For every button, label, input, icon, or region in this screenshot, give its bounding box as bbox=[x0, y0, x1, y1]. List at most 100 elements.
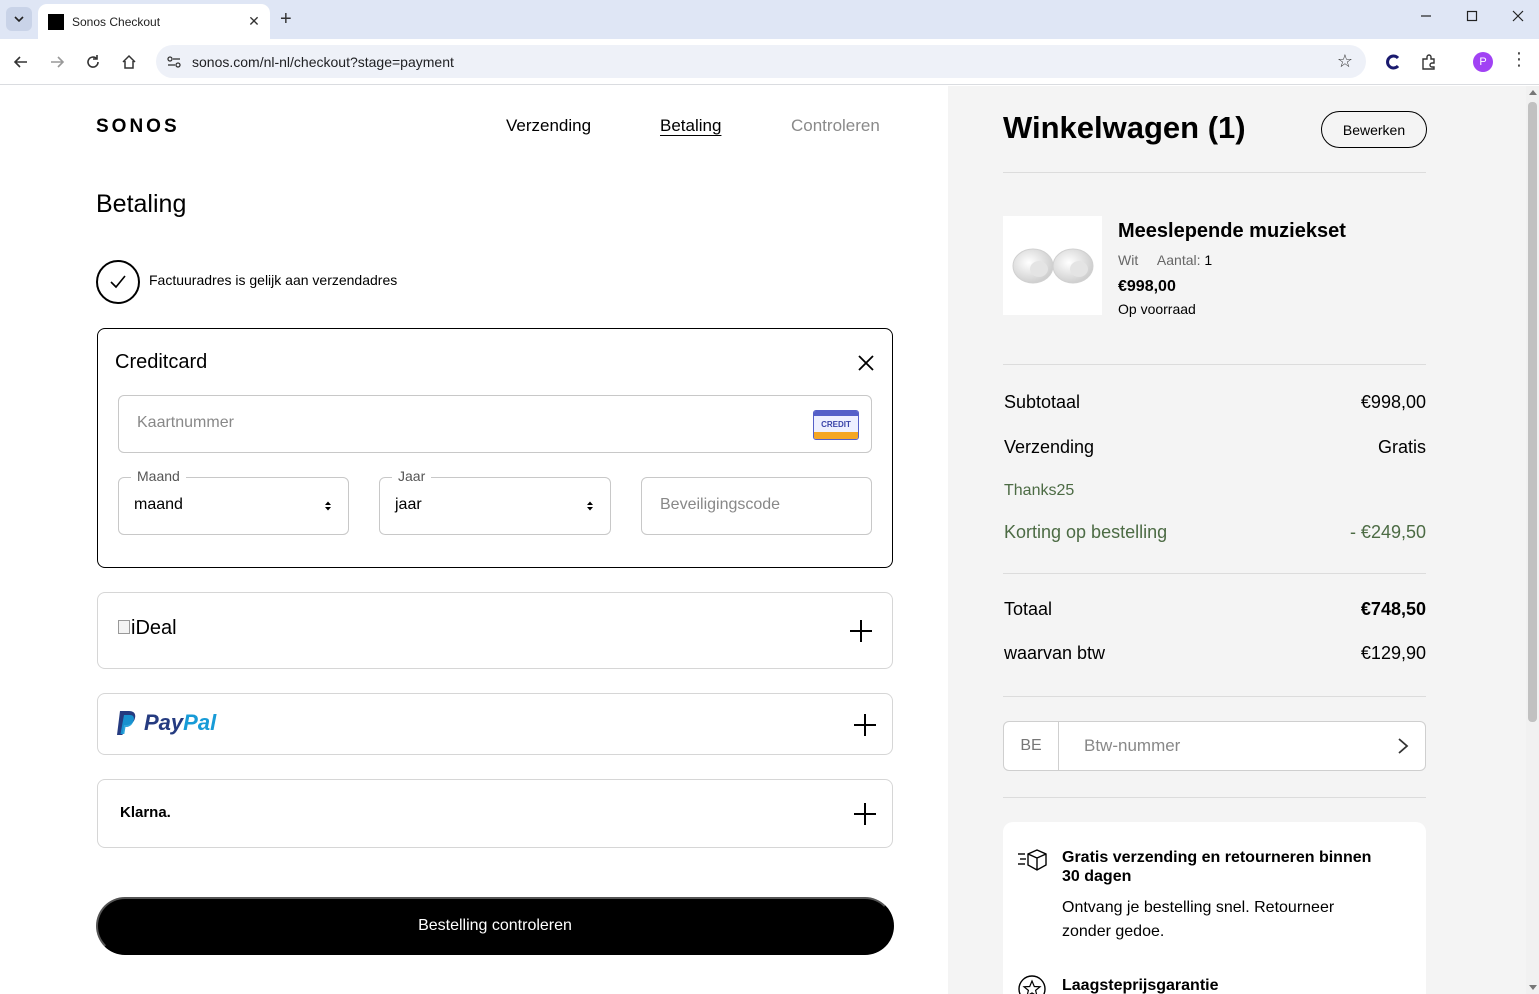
expand-plus-icon[interactable] bbox=[854, 803, 876, 825]
product-name: Meeslepende muziekset bbox=[1118, 220, 1346, 242]
cart-column: Winkelwagen (1) Bewerken Meeslepende muz… bbox=[948, 86, 1526, 994]
vat-country-select[interactable]: BE bbox=[1004, 722, 1059, 770]
payment-column: SONOS Verzending Betaling Controleren Be… bbox=[0, 86, 948, 994]
paypal-pal-text: Pal bbox=[183, 710, 217, 735]
paypal-p-icon bbox=[117, 711, 136, 735]
year-label: Jaar bbox=[392, 468, 432, 484]
tab-close-icon[interactable]: ✕ bbox=[244, 13, 264, 30]
home-icon[interactable] bbox=[118, 51, 140, 73]
billing-same-checkbox[interactable] bbox=[96, 260, 140, 304]
paypal-pay-text: Pay bbox=[144, 710, 184, 735]
scroll-down-arrow-icon[interactable] bbox=[1529, 985, 1537, 990]
free-shipping-title: Gratis verzending en retourneren binnen … bbox=[1062, 849, 1372, 885]
checkmark-icon bbox=[110, 275, 126, 289]
divider bbox=[1003, 364, 1426, 365]
scroll-up-arrow-icon[interactable] bbox=[1529, 90, 1537, 95]
maximize-icon[interactable] bbox=[1466, 9, 1478, 26]
creditcard-title: Creditcard bbox=[115, 351, 208, 373]
edit-cart-button[interactable]: Bewerken bbox=[1321, 111, 1427, 148]
paypal-logo: PayPal bbox=[116, 710, 216, 736]
vat-value: €129,90 bbox=[1360, 643, 1426, 663]
ideal-option[interactable]: iDeal bbox=[97, 592, 893, 669]
divider bbox=[1003, 696, 1426, 697]
cart-title: Winkelwagen (1) bbox=[1003, 110, 1246, 145]
tab-search-chevron-icon[interactable] bbox=[6, 7, 32, 31]
card-number-placeholder: Kaartnummer bbox=[137, 414, 234, 431]
vat-label: waarvan btw bbox=[1004, 643, 1106, 663]
chevron-right-icon[interactable] bbox=[1397, 737, 1409, 755]
new-tab-plus-icon[interactable]: + bbox=[280, 8, 292, 30]
bookmark-star-icon[interactable]: ☆ bbox=[1330, 51, 1360, 72]
browser-menu-icon[interactable]: ⋮ bbox=[1510, 49, 1528, 70]
browser-tab[interactable]: Sonos Checkout ✕ bbox=[38, 4, 270, 39]
select-arrows-icon bbox=[587, 501, 593, 511]
delivery-box-icon bbox=[1017, 848, 1047, 876]
site-settings-icon[interactable] bbox=[166, 54, 182, 70]
product-qty: 1 bbox=[1204, 252, 1213, 268]
discount-row: Korting op bestelling - €249,50 bbox=[1004, 522, 1426, 543]
browser-toolbar: sonos.com/nl-nl/checkout?stage=payment ☆… bbox=[0, 39, 1539, 85]
product-thumbnail bbox=[1003, 216, 1102, 315]
klarna-option[interactable]: Klarna. bbox=[97, 779, 893, 848]
payment-title: Betaling bbox=[96, 190, 187, 218]
divider bbox=[1003, 172, 1426, 173]
shipping-value: Gratis bbox=[1377, 437, 1426, 457]
back-arrow-icon[interactable] bbox=[10, 51, 32, 73]
product-price: €998,00 bbox=[1118, 278, 1176, 295]
expand-plus-icon[interactable] bbox=[850, 620, 872, 642]
paypal-option[interactable]: PayPal bbox=[97, 693, 893, 755]
forward-arrow-icon[interactable] bbox=[46, 51, 68, 73]
vat-number-input[interactable]: Btw-nummer bbox=[1084, 736, 1180, 756]
broken-image-icon bbox=[118, 620, 130, 634]
browser-tab-bar: Sonos Checkout ✕ + bbox=[0, 0, 1539, 39]
address-bar[interactable]: sonos.com/nl-nl/checkout?stage=payment ☆ bbox=[156, 45, 1366, 78]
sonos-logo[interactable]: SONOS bbox=[96, 116, 180, 138]
price-guarantee-title: Laagsteprijsgarantie bbox=[1062, 977, 1219, 994]
shipping-row: Verzending Gratis bbox=[1004, 437, 1426, 458]
card-number-input[interactable]: Kaartnummer CREDIT bbox=[118, 395, 872, 453]
step-verzending[interactable]: Verzending bbox=[506, 116, 591, 136]
window-close-icon[interactable] bbox=[1512, 9, 1524, 26]
extension-c-icon[interactable] bbox=[1382, 51, 1404, 73]
security-code-placeholder: Beveiligingscode bbox=[660, 496, 781, 513]
month-value: maand bbox=[134, 496, 183, 513]
profile-avatar[interactable]: P bbox=[1473, 52, 1493, 72]
discount-value: - €249,50 bbox=[1349, 522, 1426, 542]
minimize-icon[interactable] bbox=[1420, 9, 1432, 26]
klarna-logo: Klarna. bbox=[120, 804, 171, 821]
expand-plus-icon[interactable] bbox=[854, 714, 876, 736]
discount-label: Korting op bestelling bbox=[1004, 522, 1168, 542]
url-text[interactable]: sonos.com/nl-nl/checkout?stage=payment bbox=[192, 54, 1330, 70]
product-qty-label: Aantal: bbox=[1156, 252, 1201, 268]
year-value: jaar bbox=[395, 496, 422, 513]
free-shipping-text: Ontvang je bestelling snel. Retourneer z… bbox=[1062, 899, 1335, 940]
security-code-input[interactable]: Beveiligingscode bbox=[641, 477, 872, 535]
subtotal-value: €998,00 bbox=[1360, 392, 1426, 412]
ideal-alt-text: iDeal bbox=[131, 617, 177, 639]
price-star-icon bbox=[1017, 974, 1047, 994]
month-label: Maand bbox=[131, 468, 186, 484]
reload-icon[interactable] bbox=[82, 51, 104, 73]
subtotal-label: Subtotaal bbox=[1004, 392, 1081, 412]
promo-code: Thanks25 bbox=[1004, 482, 1075, 499]
credit-badge-text: CREDIT bbox=[821, 420, 851, 429]
year-select[interactable]: Jaar jaar bbox=[379, 468, 611, 535]
benefits-card: Gratis verzending en retourneren binnen … bbox=[1003, 822, 1426, 994]
step-betaling[interactable]: Betaling bbox=[660, 116, 721, 136]
scrollbar-thumb[interactable] bbox=[1528, 102, 1537, 722]
divider bbox=[1003, 573, 1426, 574]
billing-same-label[interactable]: Factuuradres is gelijk aan verzendadres bbox=[149, 272, 397, 288]
shipping-label: Verzending bbox=[1004, 437, 1095, 457]
vat-number-field: BE Btw-nummer bbox=[1003, 721, 1426, 771]
page-scrollbar[interactable] bbox=[1526, 86, 1539, 994]
vat-row: waarvan btw €129,90 bbox=[1004, 643, 1426, 664]
extensions-puzzle-icon[interactable] bbox=[1418, 51, 1440, 73]
creditcard-panel: Creditcard Kaartnummer CREDIT Maand maan… bbox=[97, 328, 893, 568]
close-icon[interactable] bbox=[856, 353, 876, 373]
subtotal-row: Subtotaal €998,00 bbox=[1004, 392, 1426, 413]
month-select[interactable]: Maand maand bbox=[118, 468, 349, 535]
total-label: Totaal bbox=[1004, 599, 1053, 619]
select-arrows-icon bbox=[325, 501, 331, 511]
review-order-button[interactable]: Bestelling controleren bbox=[96, 897, 894, 955]
step-controleren: Controleren bbox=[791, 116, 880, 135]
